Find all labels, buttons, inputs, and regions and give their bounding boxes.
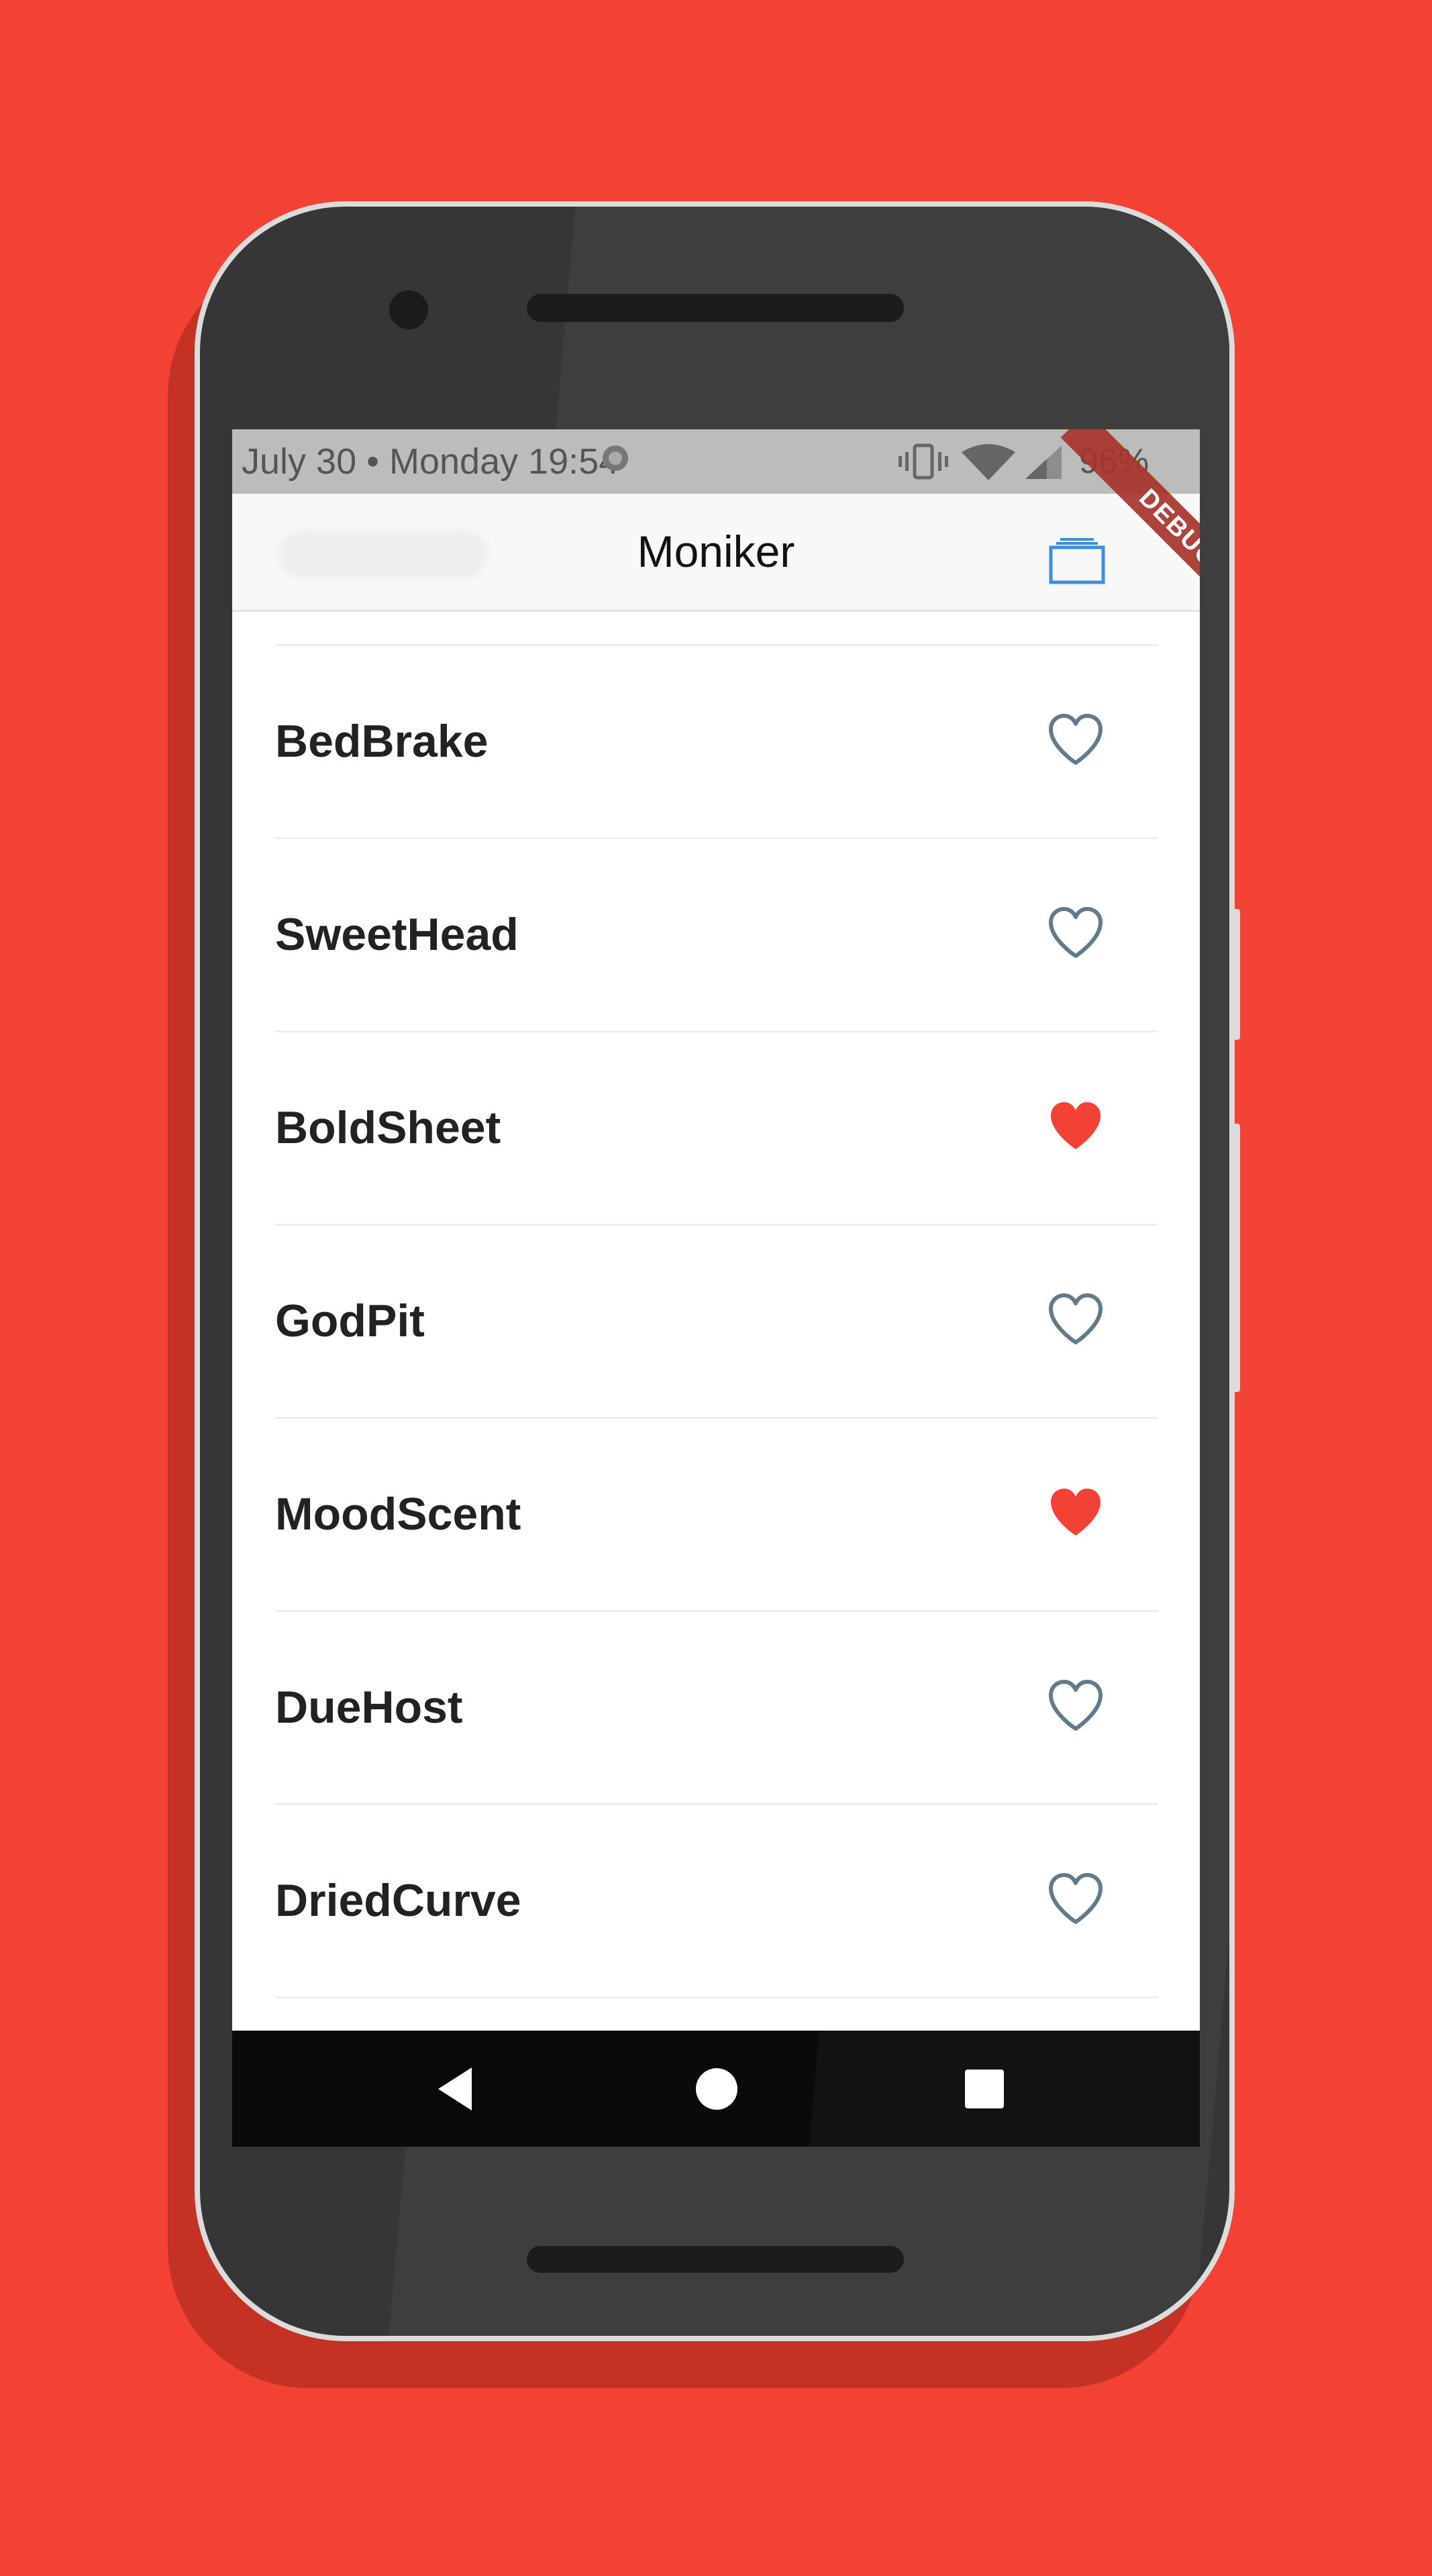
word-label: DueHost: [275, 1682, 463, 1733]
heart-outline-icon[interactable]: [1047, 1293, 1105, 1346]
volume-button: [1229, 909, 1240, 1040]
recents-square-icon[interactable]: [956, 2061, 1013, 2117]
word-label: GodPit: [275, 1295, 425, 1346]
vibrate-icon: [899, 443, 948, 480]
front-camera: [389, 290, 428, 329]
heart-filled-icon[interactable]: [1047, 1099, 1105, 1153]
list-item[interactable]: MoodScent: [275, 1419, 1158, 1612]
bottom-speaker: [527, 2246, 904, 2273]
list-item[interactable]: BedBrake: [275, 646, 1158, 839]
list-item[interactable]: BoldSheet: [275, 1032, 1158, 1226]
signal-icon: [1025, 445, 1062, 479]
home-circle-icon[interactable]: [688, 2061, 745, 2117]
power-button: [1229, 1124, 1240, 1392]
app-bar: Moniker: [232, 494, 1200, 612]
saved-list-icon[interactable]: [1048, 537, 1106, 585]
list-item[interactable]: SweetHead: [275, 839, 1158, 1032]
top-speaker: [527, 294, 904, 322]
heart-filled-icon[interactable]: [1047, 1486, 1105, 1540]
list-item[interactable]: DriedCurve: [275, 1805, 1158, 1998]
word-label: DriedCurve: [275, 1875, 521, 1926]
heart-outline-icon[interactable]: [1047, 906, 1105, 960]
word-label: MoodScent: [275, 1489, 521, 1540]
heart-outline-icon[interactable]: [1047, 1872, 1105, 1926]
status-datetime: July 30 • Monday 19:54: [242, 441, 619, 482]
back-triangle-icon[interactable]: [427, 2061, 484, 2117]
navigation-bar: [232, 2031, 1200, 2147]
list-item[interactable]: DueHost: [275, 1612, 1158, 1805]
screen: July 30 • Monday 19:54 96% Moniker BedBr…: [232, 429, 1200, 2147]
notification-dot-icon: [603, 445, 628, 471]
word-label: BoldSheet: [275, 1102, 501, 1153]
list-item[interactable]: GodPit: [275, 1226, 1158, 1419]
word-label: SweetHead: [275, 909, 519, 960]
word-label: BedBrake: [275, 716, 489, 767]
wifi-icon: [962, 444, 1015, 480]
heart-outline-icon[interactable]: [1047, 1679, 1105, 1733]
status-bar: July 30 • Monday 19:54 96%: [232, 429, 1200, 494]
heart-outline-icon[interactable]: [1047, 713, 1105, 767]
